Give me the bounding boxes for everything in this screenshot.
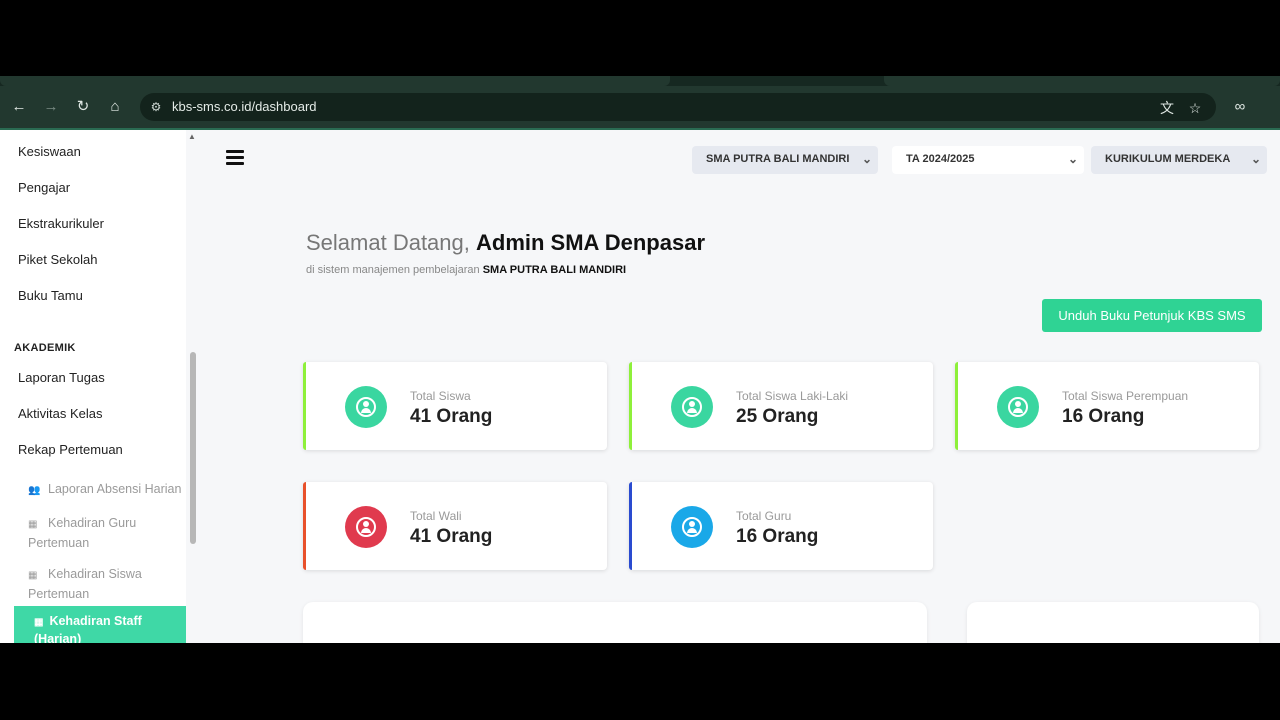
stat-label: Total Siswa Perempuan — [1062, 389, 1189, 403]
site-info-icon[interactable]: ⚙ — [148, 99, 164, 115]
stat-value: 25 Orang — [736, 406, 819, 427]
back-icon[interactable]: ← — [8, 96, 30, 118]
stat-card-total-wali: Total Wali 41 Orang — [303, 482, 607, 570]
content-panel — [303, 602, 927, 643]
stat-label: Total Wali — [410, 509, 462, 523]
stat-card-total-siswa-perempuan: Total Siswa Perempuan 16 Orang — [955, 362, 1259, 450]
bookmark-star-icon[interactable]: ☆ — [1186, 99, 1204, 117]
school-select[interactable]: SMA PUTRA BALI MANDIRI ⌄ — [692, 146, 878, 174]
sidebar-item-rekap-pertemuan[interactable]: Rekap Pertemuan — [18, 442, 123, 457]
link-icon[interactable]: ∞ — [1229, 96, 1251, 118]
stat-card-total-guru: Total Guru 16 Orang — [629, 482, 933, 570]
scroll-up-arrow-icon[interactable]: ▲ — [188, 132, 196, 141]
user-icon — [997, 386, 1039, 428]
year-select[interactable]: TA 2024/2025 ⌄ — [892, 146, 1084, 174]
sidebar-subitem-kehadiran-siswa[interactable]: ▦ Kehadiran Siswa Pertemuan — [28, 565, 178, 603]
sidebar-section-heading: AKADEMIK — [14, 342, 76, 354]
card-accent — [629, 482, 632, 570]
content-panel — [967, 602, 1259, 643]
welcome-subtitle: di sistem manajemen pembelajaran SMA PUT… — [306, 264, 627, 276]
reload-icon[interactable]: ↻ — [72, 96, 94, 118]
home-icon[interactable]: ⌂ — [104, 96, 126, 118]
toolbar-divider — [0, 128, 1280, 130]
stat-value: 16 Orang — [736, 526, 819, 547]
stat-value: 16 Orang — [1062, 406, 1145, 427]
sidebar-subitem-kehadiran-guru[interactable]: ▦ Kehadiran Guru Pertemuan — [28, 514, 178, 552]
card-accent — [303, 362, 306, 450]
stat-value: 41 Orang — [410, 406, 493, 427]
user-icon — [671, 506, 713, 548]
menu-toggle-icon[interactable] — [226, 150, 244, 166]
browser-toolbar: ← → ↻ ⌂ ⚙ kbs-sms.co.id/dashboard 文 ☆ ∞ — [0, 86, 1280, 128]
url-text[interactable]: kbs-sms.co.id/dashboard — [172, 99, 317, 114]
browser-tab[interactable] — [884, 76, 1280, 86]
chevron-down-icon: ⌄ — [861, 152, 872, 166]
download-guide-button[interactable]: Unduh Buku Petunjuk KBS SMS — [1042, 299, 1262, 332]
sidebar-item-piket-sekolah[interactable]: Piket Sekolah — [18, 252, 98, 267]
stat-label: Total Siswa Laki-Laki — [736, 389, 849, 403]
card-accent — [955, 362, 958, 450]
curriculum-select[interactable]: KURIKULUM MERDEKA ⌄ — [1091, 146, 1267, 174]
app-window: ← → ↻ ⌂ ⚙ kbs-sms.co.id/dashboard 文 ☆ ∞ … — [0, 76, 1280, 643]
browser-tab[interactable] — [0, 76, 670, 86]
translate-icon[interactable]: 文 — [1158, 99, 1176, 117]
stat-label: Total Siswa — [410, 389, 471, 403]
stat-value: 41 Orang — [410, 526, 493, 547]
clipboard-icon: ▦ — [34, 617, 44, 628]
sidebar: Kesiswaan Pengajar Ekstrakurikuler Piket… — [0, 130, 186, 643]
chevron-down-icon: ⌄ — [1250, 152, 1261, 166]
chevron-down-icon: ⌄ — [1067, 152, 1078, 166]
user-icon — [671, 386, 713, 428]
sidebar-item-kesiswaan[interactable]: Kesiswaan — [18, 144, 81, 159]
stat-card-total-siswa: Total Siswa 41 Orang — [303, 362, 607, 450]
forward-icon[interactable]: → — [40, 96, 62, 118]
sidebar-item-kehadiran-staff[interactable]: ▦ Kehadiran Staff (Harian) — [14, 606, 186, 643]
stat-card-total-siswa-laki: Total Siswa Laki-Laki 25 Orang — [629, 362, 933, 450]
sidebar-item-aktivitas-kelas[interactable]: Aktivitas Kelas — [18, 406, 103, 421]
sidebar-item-ekstrakurikuler[interactable]: Ekstrakurikuler — [18, 216, 104, 231]
users-icon: 👥 — [28, 485, 41, 496]
user-icon — [345, 506, 387, 548]
card-accent — [303, 482, 306, 570]
sidebar-item-pengajar[interactable]: Pengajar — [18, 180, 70, 195]
sidebar-item-buku-tamu[interactable]: Buku Tamu — [18, 288, 83, 303]
sidebar-subitem-laporan-absensi[interactable]: 👥 Laporan Absensi Harian — [28, 480, 181, 500]
sidebar-item-laporan-tugas[interactable]: Laporan Tugas — [18, 370, 105, 385]
clipboard-icon: ▦ — [28, 570, 38, 581]
clipboard-icon: ▦ — [28, 519, 38, 530]
stat-label: Total Guru — [736, 509, 792, 523]
card-accent — [629, 362, 632, 450]
user-icon — [345, 386, 387, 428]
welcome-heading: Selamat Datang, Admin SMA Denpasar — [306, 230, 706, 255]
address-bar[interactable]: ⚙ kbs-sms.co.id/dashboard 文 ☆ — [140, 93, 1216, 121]
sidebar-scrollbar[interactable] — [190, 352, 196, 544]
browser-tabstrip — [0, 76, 1280, 86]
